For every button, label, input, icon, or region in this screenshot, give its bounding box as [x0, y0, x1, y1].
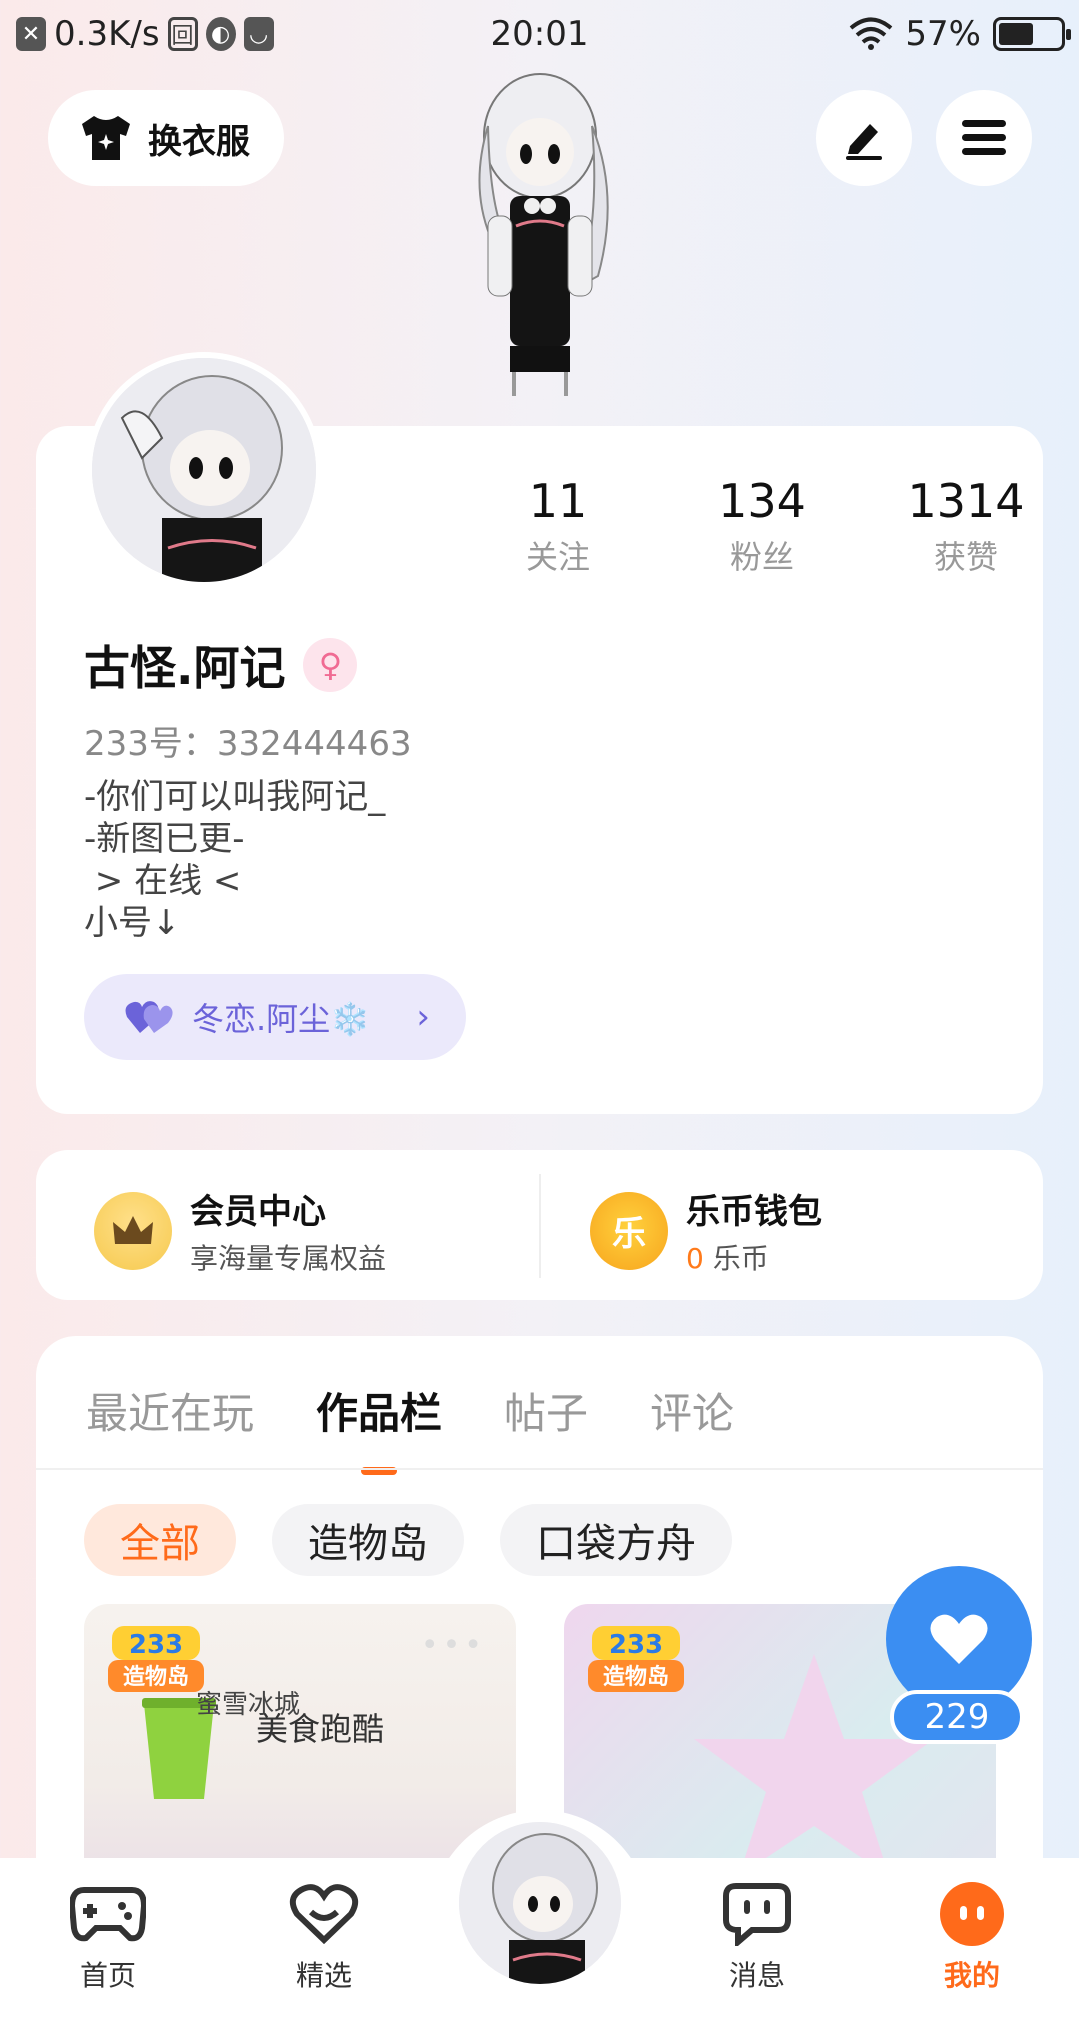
followers-label: 粉丝	[729, 538, 794, 576]
battery-icon	[993, 17, 1071, 51]
bio-line: -新图已更-	[84, 819, 245, 859]
cp-name: 冬恋.阿尘❄️	[192, 1000, 371, 1038]
gamepad-icon	[70, 1887, 146, 1942]
profile-card: 11 关注 134 粉丝 1314 获赞 古怪.阿记 ♀ 233号：332444…	[36, 352, 1043, 1114]
heart-icon	[930, 1614, 988, 1664]
bio: -你们可以叫我阿记_ -新图已更- > 在线 < 小号↓	[84, 776, 385, 944]
filter-pocket-ark[interactable]: 口袋方舟	[500, 1504, 732, 1576]
nav-item-mine[interactable]: 我的	[902, 1880, 1042, 1994]
avatar[interactable]	[86, 352, 322, 588]
mine-face-icon	[940, 1882, 1004, 1946]
tab-recent-played[interactable]: 最近在玩	[86, 1380, 254, 1441]
hamburger-icon	[962, 120, 1006, 155]
status-right: 57%	[849, 14, 1071, 54]
username: 古怪.阿记	[84, 641, 286, 695]
vip-subtitle: 享海量专属权益	[190, 1242, 387, 1275]
nav-item-messages[interactable]: 消息	[687, 1880, 827, 1994]
stats-row: 11 关注 134 粉丝 1314 获赞	[456, 474, 1068, 578]
nav-center-avatar-button[interactable]	[455, 1818, 625, 1988]
logo-number: 233	[129, 1630, 183, 1660]
heart-outline-icon	[289, 1884, 359, 1944]
tab-posts[interactable]: 帖子	[504, 1380, 588, 1441]
bio-line: 小号↓	[84, 903, 181, 943]
following-stat[interactable]: 11 关注	[456, 474, 660, 578]
wifi-icon	[850, 17, 893, 50]
coin-icon-char: 乐	[612, 1214, 646, 1254]
filter-chips: 全部 造物岛 口袋方舟	[84, 1504, 732, 1576]
filter-all[interactable]: 全部	[84, 1504, 236, 1576]
tabs-divider	[36, 1468, 1043, 1470]
user-id[interactable]: 233号：332444463	[84, 716, 412, 765]
wallet-title: 乐币钱包	[686, 1192, 822, 1232]
nav-label-mine: 我的	[943, 1959, 1000, 1992]
followers-count: 134	[718, 474, 806, 528]
avatar-mini-image	[459, 1822, 621, 1984]
coin-icon: 乐	[590, 1191, 668, 1270]
change-clothes-button[interactable]: 换衣服	[48, 90, 284, 186]
logo-number: 233	[609, 1630, 663, 1660]
divider	[539, 1174, 541, 1278]
tab-comments[interactable]: 评论	[650, 1380, 734, 1441]
likes-label: 获赞	[933, 538, 998, 576]
nav-item-featured[interactable]: 精选	[254, 1880, 394, 1994]
vip-center-entry[interactable]: 会员中心 享海量专属权益	[94, 1184, 386, 1277]
nav-label-home: 首页	[79, 1959, 136, 1992]
following-label: 关注	[525, 538, 590, 576]
nav-item-home[interactable]: 首页	[38, 1880, 178, 1994]
like-count-badge: 229	[890, 1690, 1024, 1744]
wallet-balance: 0 乐币	[686, 1237, 822, 1277]
vip-title: 会员中心	[190, 1192, 326, 1232]
logo-text: 造物岛	[123, 1664, 189, 1690]
tab-works[interactable]: 作品栏	[316, 1380, 442, 1441]
filter-creation-island[interactable]: 造物岛	[272, 1504, 464, 1576]
battery-percent: 57%	[905, 14, 981, 54]
work-title: 美食跑酷	[256, 1710, 385, 1748]
female-gender-icon: ♀	[303, 638, 358, 692]
following-count: 11	[528, 474, 588, 528]
chevron-right-icon: ›	[416, 997, 430, 1037]
creation-island-logo: 233 造物岛	[108, 1626, 204, 1692]
wallet-amount: 0	[686, 1242, 704, 1275]
crown-icon	[94, 1191, 172, 1270]
edit-profile-button[interactable]	[816, 90, 912, 186]
status-bar: ✕ 0.3K/s 回 ◐ ◡ 20:01 57%	[0, 0, 1079, 72]
followers-stat[interactable]: 134 粉丝	[660, 474, 864, 578]
double-heart-icon	[125, 1001, 173, 1033]
nav-label-featured: 精选	[295, 1959, 352, 1992]
avatar-character-figure[interactable]	[430, 66, 650, 426]
menu-button[interactable]	[936, 90, 1032, 186]
likes-count: 1314	[907, 474, 1025, 528]
member-wallet-card: 会员中心 享海量专属权益 乐 乐币钱包 0 乐币	[36, 1150, 1043, 1300]
username-row: 古怪.阿记 ♀	[84, 632, 358, 698]
pencil-icon	[846, 124, 882, 160]
cp-relationship-chip[interactable]: 冬恋.阿尘❄️ ›	[84, 974, 466, 1060]
chat-bubble-icon	[723, 1883, 791, 1946]
tshirt-icon	[82, 116, 130, 160]
likes-stat[interactable]: 1314 获赞	[864, 474, 1068, 578]
logo-text: 造物岛	[603, 1664, 669, 1690]
more-dots-icon: •••	[420, 1628, 486, 1663]
wallet-unit: 乐币	[703, 1242, 769, 1275]
content-tabs: 最近在玩 作品栏 帖子 评论	[86, 1380, 734, 1441]
wallet-entry[interactable]: 乐 乐币钱包 0 乐币	[590, 1184, 822, 1277]
avatar-image	[92, 358, 316, 582]
change-clothes-label: 换衣服	[148, 121, 250, 162]
bio-line: > 在线 <	[84, 861, 242, 901]
bio-line: -你们可以叫我阿记_	[84, 777, 386, 817]
nav-label-messages: 消息	[728, 1959, 785, 1992]
